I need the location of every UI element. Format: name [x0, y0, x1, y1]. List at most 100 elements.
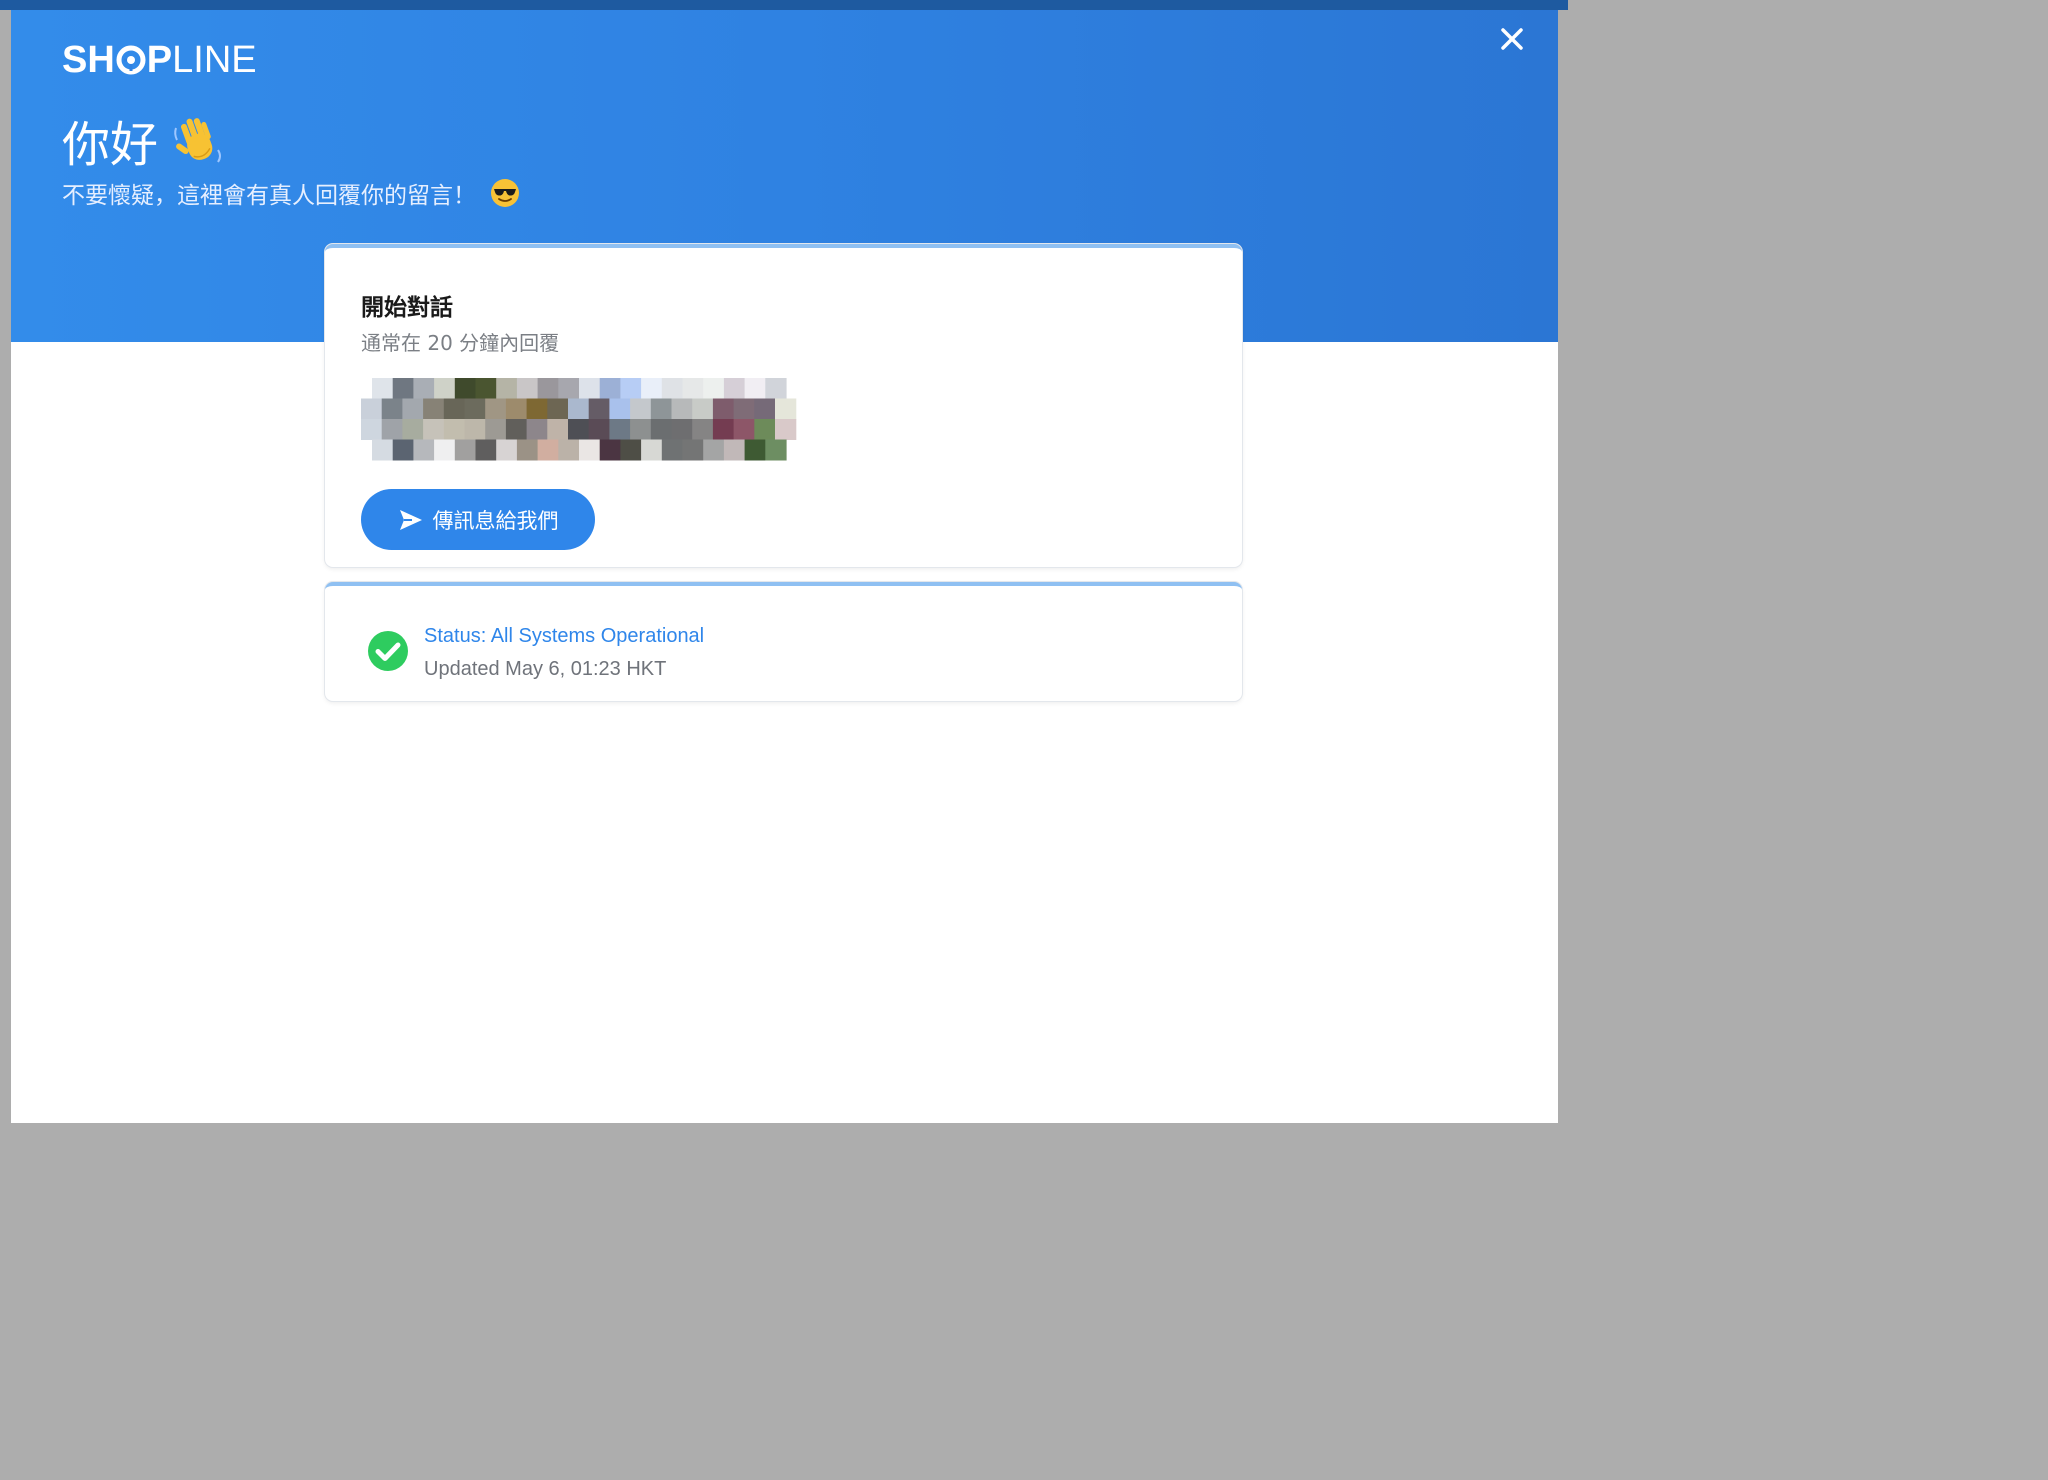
greeting-text: 你好: [62, 117, 159, 173]
avatar-pixel: [650, 419, 673, 440]
avatar-pixel: [475, 439, 497, 461]
avatar-pixel: [547, 419, 569, 440]
avatar-pixel: [671, 419, 693, 440]
avatar-pixel: [692, 398, 714, 420]
avatar-pixel: [485, 398, 507, 420]
avatar-pixel: [620, 378, 642, 399]
avatar-pixel: [723, 439, 746, 461]
avatar-pixel: [630, 398, 652, 420]
avatar-pixel: [754, 419, 776, 440]
conversation-title: 開始對話: [361, 295, 453, 321]
avatar-pixel: [413, 378, 435, 399]
avatar-pixel: [568, 398, 590, 420]
avatar-pixel: [630, 419, 652, 440]
greeting-subtitle: 不要懷疑，這裡會有真人回覆你的留言！: [62, 175, 520, 211]
avatar-pixel: [475, 378, 497, 399]
status-updated-time: Updated May 6, 01:23 HKT: [424, 658, 667, 680]
avatar-pixel: [682, 439, 704, 461]
avatar-pixel: [443, 419, 466, 440]
avatar-pixel: [558, 439, 580, 461]
avatar-pixel: [588, 398, 610, 420]
avatar-pixel: [454, 439, 477, 461]
avatar-pixel: [547, 398, 569, 420]
avatar-pixel: [464, 419, 486, 440]
shopline-logo: SH P LINE: [62, 39, 257, 81]
avatar-pixel: [579, 439, 601, 461]
sunglasses-face-icon: [491, 179, 519, 207]
avatar-pixel: [609, 398, 631, 420]
avatar-pixel: [454, 378, 477, 399]
avatar-pixel: [568, 419, 590, 440]
avatar-pixel: [537, 439, 559, 461]
avatar-pixel: [754, 398, 776, 420]
avatar-pixel: [402, 398, 424, 420]
avatar-pixel: [661, 378, 684, 399]
subtitle-text: 不要懷疑，這裡會有真人回覆你的留言！: [62, 183, 476, 209]
avatar-pixel: [712, 398, 735, 420]
avatar-pixel: [464, 398, 486, 420]
avatar-pixel: [361, 419, 383, 440]
avatar-pixel: [496, 439, 518, 461]
avatar-pixel: [413, 439, 435, 461]
avatar-pixel: [526, 419, 548, 440]
avatar-pixel: [744, 439, 766, 461]
avatar-pixel: [650, 398, 673, 420]
avatar-pixel: [516, 378, 539, 399]
send-icon: [399, 509, 422, 530]
waving-hand-icon: [174, 118, 222, 163]
avatar-pixel: [381, 419, 403, 440]
avatar-pixel: [620, 439, 642, 461]
reply-time-text: 通常在 20 分鐘內回覆: [361, 331, 560, 355]
avatar-pixel: [733, 419, 755, 440]
avatar-pixel: [516, 439, 539, 461]
logo-o-mark: [116, 45, 146, 75]
avatar-pixel: [744, 378, 766, 399]
avatar-pixel: [599, 378, 621, 399]
avatar-pixel: [443, 398, 466, 420]
avatar-pixel: [423, 398, 445, 420]
avatar-pixel: [392, 378, 414, 399]
avatar-pixel: [485, 419, 507, 440]
avatar-pixel: [641, 378, 663, 399]
avatar-pixel: [765, 439, 787, 461]
avatar-pixel: [703, 378, 725, 399]
avatar-pixel: [423, 419, 445, 440]
avatar-pixel: [372, 439, 394, 461]
avatar-pixel: [588, 419, 610, 440]
avatar-pixel: [505, 419, 528, 440]
send-message-label: 傳訊息給我們: [432, 508, 559, 533]
status-link[interactable]: Status: All Systems Operational: [424, 625, 704, 648]
avatar-pixel: [381, 398, 403, 420]
avatar-pixel: [579, 378, 601, 399]
send-message-button[interactable]: 傳訊息給我們: [361, 489, 595, 550]
close-icon[interactable]: [1497, 24, 1527, 54]
avatar-pixel: [723, 378, 746, 399]
avatar-pixel: [558, 378, 580, 399]
avatar-pixel: [775, 419, 797, 440]
avatar-pixel: [537, 378, 559, 399]
check-circle-icon: [368, 631, 408, 671]
avatar-pixel: [641, 439, 663, 461]
greeting-heading: 你好: [62, 110, 224, 173]
avatar-pixel: [703, 439, 725, 461]
window-top-strip: [0, 0, 1568, 10]
system-status-card: Status: All Systems Operational Updated …: [325, 582, 1242, 701]
avatar-pixel: [402, 419, 424, 440]
avatar-pixel: [775, 398, 797, 420]
avatar-pixel: [505, 398, 528, 420]
avatar-pixel: [496, 378, 518, 399]
avatar-pixel: [372, 378, 394, 399]
avatar-pixel: [361, 398, 383, 420]
avatar-pixel: [692, 419, 714, 440]
messenger-window: SH P LINE 你好 不要懷疑，這裡會有真人回覆你的留言！ 開始對話 通常在…: [11, 10, 1558, 1123]
avatar-pixel: [434, 378, 456, 399]
avatar-pixel: [712, 419, 735, 440]
start-conversation-card: 開始對話 通常在 20 分鐘內回覆 傳訊息給我們: [325, 244, 1242, 567]
avatar-pixel: [661, 439, 684, 461]
avatar-pixel: [733, 398, 755, 420]
avatar-pixel: [434, 439, 456, 461]
avatar-pixel: [671, 398, 693, 420]
avatar-pixel: [609, 419, 631, 440]
avatar-pixel: [526, 398, 548, 420]
avatar-pixel: [765, 378, 787, 399]
